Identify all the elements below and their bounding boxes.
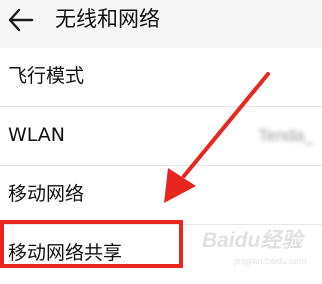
list-item-label: WLAN [8,124,66,146]
list-item-label: 飞行模式 [8,65,85,87]
baidu-watermark-url: jingyan.baidu.com [234,256,307,266]
list-item-airplane-mode[interactable]: 飞行模式 [0,48,322,107]
baidu-watermark: Baidu经验 [202,229,303,252]
list-item-wlan[interactable]: WLAN Tenda_ [0,107,322,166]
wlan-network-name: Tenda_ [258,126,314,145]
arrow-left-icon[interactable] [6,6,34,34]
header-bar: 无线和网络 [0,0,322,42]
list-item-mobile-network[interactable]: 移动网络 [0,166,322,225]
highlight-box [0,220,183,268]
page-title: 无线和网络 [55,7,160,31]
settings-screen: 无线和网络 飞行模式 WLAN Tenda_ 移动网络 移动网络共享 Baidu… [0,0,322,284]
list-item-label: 移动网络 [8,183,85,205]
